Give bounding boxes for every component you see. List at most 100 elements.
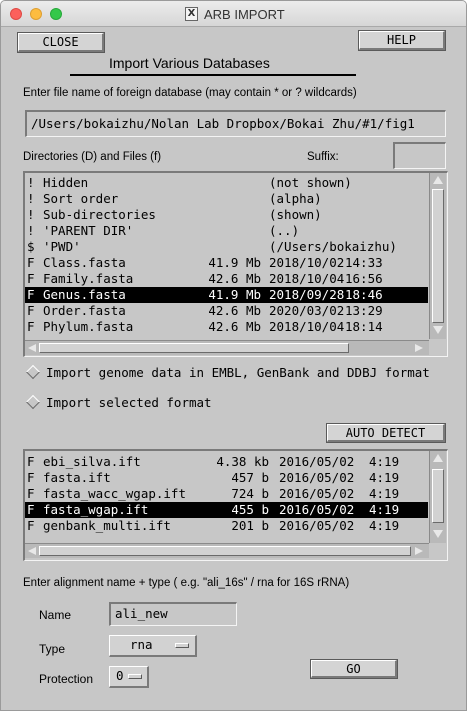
title-underline — [70, 74, 356, 76]
list-item-date: 2018/10/04 — [269, 271, 345, 286]
list-item-date: 2016/05/02 — [279, 518, 355, 533]
scroll-up-arrow-icon[interactable] — [433, 176, 443, 184]
file-name-prompt: Enter file name of foreign database (may… — [23, 87, 357, 99]
list-item-flag: F — [27, 518, 35, 533]
file-list-hscrollbar[interactable] — [25, 340, 429, 355]
type-select[interactable]: rna — [109, 635, 197, 657]
list-item-name: Class.fasta — [43, 255, 126, 270]
scroll-down-arrow-icon[interactable] — [433, 530, 443, 538]
format-list-vscrollbar[interactable] — [429, 451, 446, 543]
scroll-thumb[interactable] — [432, 189, 444, 323]
list-item-name: Sub-directories — [43, 207, 156, 222]
list-item[interactable]: ! Sort order (alpha) — [25, 191, 428, 207]
scroll-right-arrow-icon[interactable] — [415, 344, 423, 352]
scroll-thumb[interactable] — [39, 546, 411, 556]
list-item-flag: F — [27, 486, 35, 501]
selected-format-radio[interactable] — [25, 394, 41, 410]
window-close-icon[interactable] — [10, 8, 22, 20]
help-button[interactable]: HELP — [359, 31, 445, 50]
scroll-down-arrow-icon[interactable] — [433, 326, 443, 334]
list-item-size: 4.38 kb — [216, 454, 269, 469]
list-item-flag: ! — [27, 175, 35, 190]
arb-import-window: X ARB IMPORT CLOSE HELP Import Various D… — [0, 0, 467, 711]
alignment-name-input[interactable]: ali_new — [109, 602, 237, 626]
window-minimize-icon[interactable] — [30, 8, 42, 20]
list-item[interactable]: $ 'PWD' (/Users/bokaizhu) — [25, 239, 428, 255]
list-item-size: 41.9 Mb — [208, 287, 261, 302]
window-title: ARB IMPORT — [204, 7, 285, 22]
list-item-date: (..) — [269, 223, 300, 238]
close-button[interactable]: CLOSE — [18, 33, 104, 52]
list-item-time: 18:14 — [345, 319, 383, 334]
list-item[interactable]: Febi_silva.ift 4.38 kb 2016/05/02 4:19 — [25, 454, 428, 470]
genome-radio[interactable] — [25, 364, 41, 380]
suffix-label: Suffix: — [307, 151, 339, 163]
x11-icon: X — [185, 7, 198, 21]
list-item-date: 2018/09/28 — [269, 287, 345, 302]
dropdown-indicator-icon — [128, 674, 142, 679]
list-item-size: 42.6 Mb — [208, 271, 261, 286]
list-item-flag: F — [27, 255, 35, 270]
list-item-time: 14:33 — [345, 255, 383, 270]
selected-format-option-label[interactable]: Import selected format — [46, 395, 212, 410]
file-list-vscrollbar[interactable] — [429, 173, 446, 339]
list-item[interactable]: F Genus.fasta 41.9 Mb 2018/09/28 18:46 — [25, 287, 428, 303]
scroll-up-arrow-icon[interactable] — [433, 454, 443, 462]
list-item-flag: F — [27, 271, 35, 286]
scroll-left-arrow-icon[interactable] — [28, 344, 36, 352]
list-item-name: Family.fasta — [43, 271, 134, 286]
list-item-flag: F — [27, 287, 35, 302]
file-name-input[interactable]: /Users/bokaizhu/Nolan Lab Dropbox/Bokai … — [25, 110, 446, 137]
list-item[interactable]: ! Hidden (not shown) — [25, 175, 428, 191]
list-item-flag: F — [27, 454, 35, 469]
list-item-date: (shown) — [269, 207, 322, 222]
scroll-thumb[interactable] — [432, 469, 444, 523]
suffix-input[interactable] — [393, 142, 446, 169]
list-item[interactable]: F Order.fasta 42.6 Mb 2020/03/02 13:29 — [25, 303, 428, 319]
list-item[interactable]: ! 'PARENT DIR' (..) — [25, 223, 428, 239]
list-item-name: Sort order — [43, 191, 119, 206]
list-item[interactable]: Ffasta.ift 457 b 2016/05/02 4:19 — [25, 470, 428, 486]
list-item-name: 'PARENT DIR' — [43, 223, 134, 238]
list-item-size: 41.9 Mb — [208, 255, 261, 270]
go-button[interactable]: GO — [311, 660, 397, 678]
list-item-date: 2016/05/02 — [279, 454, 355, 469]
list-item-date: (/Users/bokaizhu) — [269, 239, 397, 254]
list-item[interactable]: ! Sub-directories (shown) — [25, 207, 428, 223]
page-title: Import Various Databases — [109, 55, 270, 71]
window-maximize-icon[interactable] — [50, 8, 62, 20]
list-item-date: 2016/05/02 — [279, 486, 355, 501]
scroll-thumb[interactable] — [39, 343, 349, 353]
list-item-size: 42.6 Mb — [208, 319, 261, 334]
scroll-right-arrow-icon[interactable] — [415, 547, 423, 555]
list-item[interactable]: Ffasta_wgap.ift 455 b 2016/05/02 4:19 — [25, 502, 428, 518]
protection-select[interactable]: 0 — [109, 666, 149, 688]
list-item[interactable]: F Class.fasta 41.9 Mb 2018/10/02 14:33 — [25, 255, 428, 271]
list-item-name: Genus.fasta — [43, 287, 126, 302]
type-select-value: rna — [130, 637, 153, 652]
format-list-hscrollbar[interactable] — [25, 543, 429, 558]
list-item-date: 2016/05/02 — [279, 470, 355, 485]
auto-detect-button[interactable]: AUTO DETECT — [327, 424, 445, 442]
file-list[interactable]: ! Hidden (not shown)! Sort order (alpha)! Sub… — [25, 175, 428, 339]
list-item-time: 16:56 — [345, 271, 383, 286]
list-item[interactable]: Fgenbank_multi.ift 201 b 2016/05/02 4:19 — [25, 518, 428, 534]
scroll-left-arrow-icon[interactable] — [28, 547, 36, 555]
genome-option-label[interactable]: Import genome data in EMBL, GenBank and … — [46, 365, 430, 380]
list-item-name: fasta_wacc_wgap.ift — [43, 486, 186, 501]
list-item[interactable]: F Phylum.fasta 42.6 Mb 2018/10/04 18:14 — [25, 319, 428, 335]
protection-label: Protection — [39, 672, 94, 686]
list-item-flag: ! — [27, 191, 35, 206]
list-item-size: 42.6 Mb — [208, 303, 261, 318]
list-item-flag: $ — [27, 239, 35, 254]
list-item-flag: F — [27, 502, 35, 517]
list-item[interactable]: Ffasta_wacc_wgap.ift 724 b 2016/05/02 4:19 — [25, 486, 428, 502]
list-item-time: 4:19 — [369, 502, 400, 517]
list-item-time: 4:19 — [369, 454, 400, 469]
list-item-time: 18:46 — [345, 287, 383, 302]
list-item-name: fasta.ift — [43, 470, 111, 485]
list-item-flag: F — [27, 319, 35, 334]
format-list[interactable]: Febi_silva.ift 4.38 kb 2016/05/02 4:19 Ffast… — [25, 454, 428, 538]
list-item-name: Phylum.fasta — [43, 319, 134, 334]
list-item[interactable]: F Family.fasta 42.6 Mb 2018/10/04 16:56 — [25, 271, 428, 287]
